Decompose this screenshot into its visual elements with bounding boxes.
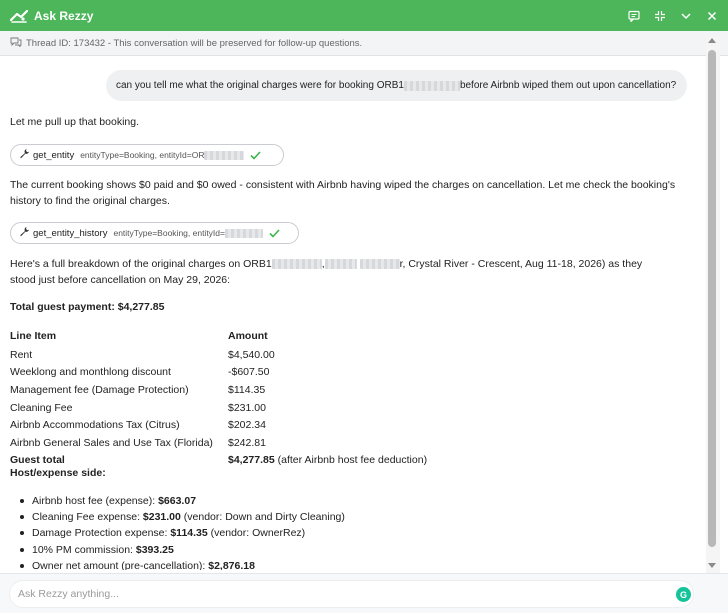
user-message-prefix: can you tell me what the original charge… [116, 80, 404, 91]
item-note: (vendor: OwnerRez) [207, 527, 306, 540]
scroll-down-arrow-icon[interactable] [708, 563, 716, 568]
redacted-text [359, 259, 400, 270]
host-expense-list: Airbnb host fee (expense): $663.07 Clean… [20, 493, 345, 570]
tool-args: entityType=Booking, entityId= [113, 228, 225, 238]
item-value: $114.35 [170, 527, 208, 540]
title-bar: Ask Rezzy [0, 0, 728, 31]
item-label: Owner net amount (pre-cancellation): [32, 559, 209, 570]
item-note: (vendor: Down and Dirty Cleaning) [180, 511, 345, 524]
thread-info-bar: Thread ID: 173432 - This conversation wi… [0, 31, 728, 56]
tool-args: entityType=Booking, entityId=OR [80, 150, 205, 160]
redacted-text [403, 80, 460, 91]
tool-name: get_entity [33, 149, 75, 161]
app-title: Ask Rezzy [34, 8, 94, 23]
guest-total-value: $4,277.85 [228, 454, 275, 467]
column-header-line-item: Line Item [10, 330, 57, 342]
line-item-cell: Management fee (Damage Protection) [10, 383, 189, 396]
user-message-suffix: before Airbnb wiped them out upon cancel… [459, 80, 677, 91]
breakdown-intro-line2: stood just before cancellation on May 29… [10, 274, 231, 286]
list-item: Damage Protection expense: $114.35 (vend… [20, 525, 345, 541]
table-row: Weeklong and monthlong discount -$607.50 [10, 364, 427, 382]
assistant-message-intro: Let me pull up that booking. [10, 116, 140, 128]
wrench-icon [19, 226, 30, 240]
item-value: $231.00 [142, 511, 181, 524]
amount-cell: $231.00 [228, 401, 266, 414]
check-icon [269, 228, 280, 238]
speech-bubbles-icon [10, 37, 26, 50]
line-item-cell: Airbnb General Sales and Use Tax (Florid… [10, 436, 213, 449]
amount-cell: -$607.50 [228, 366, 270, 379]
grammarly-icon[interactable]: G [676, 587, 691, 602]
thread-id-text: Thread ID: 173432 - This conversation wi… [26, 37, 363, 49]
rezzy-logo-icon [10, 8, 28, 24]
scroll-up-arrow-icon[interactable] [708, 38, 716, 43]
total-guest-payment: Total guest payment: $4,277.85 [10, 301, 165, 313]
line-item-cell: Cleaning Fee [10, 401, 73, 414]
table-row: Rent $4,540.00 [10, 346, 427, 364]
charges-table: Line Item Amount Rent $4,540.00 Weeklong … [10, 326, 427, 469]
amount-cell: $114.35 [228, 383, 266, 396]
line-item-cell: Weeklong and monthlong discount [10, 366, 171, 379]
table-row: Airbnb General Sales and Use Tax (Florid… [10, 434, 427, 452]
scrollbar-thumb[interactable] [708, 50, 716, 547]
amount-cell: $242.81 [228, 436, 266, 449]
message-input[interactable] [18, 588, 618, 600]
table-header-row: Line Item Amount [10, 326, 427, 346]
item-value: $663.07 [158, 495, 197, 507]
item-label: Cleaning Fee expense: [32, 511, 143, 524]
assistant-message-current-booking: The current booking shows $0 paid and $0… [10, 179, 676, 207]
item-label: Damage Protection expense: [32, 527, 171, 540]
list-item: Owner net amount (pre-cancellation): $2,… [20, 558, 345, 570]
list-item: Cleaning Fee expense: $231.00 (vendor: D… [20, 509, 345, 525]
input-bar: G [0, 573, 728, 613]
amount-cell: $202.34 [228, 419, 266, 432]
message-input-container[interactable]: G [9, 580, 694, 608]
close-icon[interactable] [706, 10, 718, 22]
host-expense-heading: Host/expense side: [10, 467, 106, 479]
breakdown-intro-suffix: r, Crystal River - Crescent, Aug 11-18, … [399, 258, 643, 270]
column-header-amount: Amount [228, 330, 268, 342]
window-actions [628, 10, 718, 22]
guest-total-note: (after Airbnb host fee deduction) [277, 454, 428, 467]
conversation-area: can you tell me what the original charge… [0, 56, 706, 570]
breakdown-intro-prefix: Here's a full breakdown of the original … [10, 258, 272, 270]
check-icon [250, 150, 262, 160]
guest-total-cell: $4,277.85 (after Airbnb host fee deducti… [228, 452, 427, 470]
table-row: Airbnb Accommodations Tax (Citrus) $202.3… [10, 416, 427, 434]
redacted-text [324, 259, 357, 270]
assistant-message-breakdown-intro: Here's a full breakdown of the original … [10, 256, 690, 288]
chat-icon[interactable] [628, 10, 640, 22]
user-message-bubble: can you tell me what the original charge… [106, 70, 687, 101]
item-value: $2,876.18 [208, 559, 255, 570]
line-item-cell: Airbnb Accommodations Tax (Citrus) [10, 419, 180, 432]
tool-call-get-entity-history[interactable]: get_entity_history entityType=Booking, e… [10, 222, 299, 244]
redacted-text [225, 228, 263, 238]
minimize-window-icon[interactable] [654, 10, 666, 22]
item-label: 10% PM commission: [32, 543, 136, 556]
table-row: Cleaning Fee $231.00 [10, 399, 427, 417]
redacted-text [271, 259, 322, 270]
line-item-cell: Rent [10, 348, 33, 361]
list-item: Airbnb host fee (expense): $663.07 [20, 493, 345, 509]
item-label: Airbnb host fee (expense): [32, 495, 159, 507]
tool-call-get-entity[interactable]: get_entity entityType=Booking, entityId=… [10, 144, 284, 166]
amount-cell: $4,540.00 [228, 348, 275, 361]
item-value: $393.25 [135, 543, 174, 556]
chevron-down-icon[interactable] [680, 10, 692, 22]
wrench-icon [19, 148, 30, 162]
list-item: 10% PM commission: $393.25 [20, 542, 345, 558]
table-row: Management fee (Damage Protection) $114.3… [10, 381, 427, 399]
tool-name: get_entity_history [33, 227, 108, 239]
redacted-text [204, 150, 245, 160]
